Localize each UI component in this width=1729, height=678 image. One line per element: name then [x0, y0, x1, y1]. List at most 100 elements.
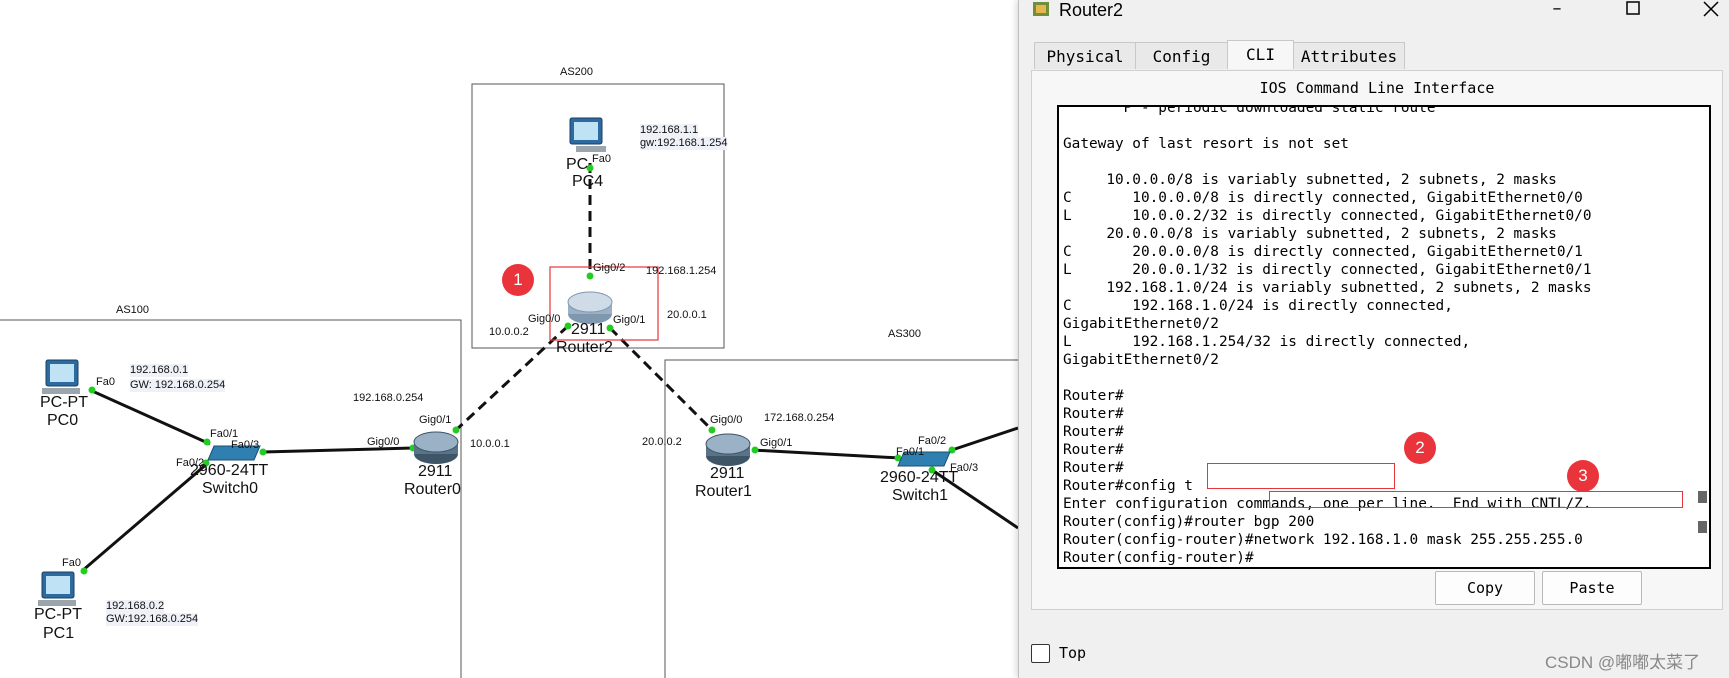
window-title: Router2	[1059, 0, 1124, 20]
switch1-model: 2960-24TT	[880, 469, 959, 486]
pc0-gw: GW: 192.168.0.254	[130, 379, 226, 392]
maximize-button[interactable]	[1622, 0, 1644, 22]
router1-gig00-label: Gig0/0	[710, 414, 743, 426]
close-icon	[1703, 1, 1719, 17]
router1-name: Router1	[695, 483, 752, 500]
terminal-line: L 192.168.1.254/32 is directly connected…	[1063, 334, 1471, 350]
pc1-icon[interactable]	[38, 571, 76, 606]
pc1-ip: 192.168.0.2	[106, 600, 165, 613]
minimize-button[interactable]: –	[1546, 0, 1568, 22]
terminal-line: L 10.0.0.2/32 is directly connected, Gig…	[1063, 208, 1592, 224]
router2-gig02-label: Gig0/2	[593, 262, 626, 274]
paste-button[interactable]: Paste	[1542, 571, 1642, 605]
pc4-icon[interactable]	[569, 117, 606, 152]
pc0-port-label: Fa0	[96, 376, 115, 388]
terminal-line: L 20.0.0.1/32 is directly connected, Gig…	[1063, 262, 1592, 278]
switch0-model: 2960-24TT	[190, 462, 269, 479]
tab-config[interactable]: Config	[1135, 42, 1228, 69]
top-checkbox-label: Top	[1059, 644, 1087, 662]
router2-name: Router2	[556, 339, 613, 356]
link-router2-router0	[454, 324, 570, 432]
terminal-line: Router#	[1063, 406, 1124, 422]
link-router1-switch1	[751, 448, 901, 460]
pc1-type: PC-PT	[34, 606, 82, 623]
as300-label: AS300	[888, 328, 922, 340]
cli-heading: IOS Command Line Interface	[1259, 79, 1495, 97]
router1-icon[interactable]	[705, 433, 751, 466]
pc1-name: PC1	[43, 625, 75, 642]
terminal-line: Router(config-router)#network 192.168.1.…	[1063, 532, 1583, 548]
copy-button[interactable]: Copy	[1435, 571, 1535, 605]
step-badge-2: 2	[1404, 432, 1436, 464]
pc4-name: PC4	[572, 173, 604, 190]
router2-gig00-label: Gig0/0	[528, 313, 561, 325]
router0-gig01-label: Gig0/1	[419, 414, 452, 426]
router1-model: 2911	[710, 465, 745, 482]
terminal-scroll-marker-upper[interactable]	[1698, 491, 1707, 503]
router0-name: Router0	[404, 481, 461, 498]
router0-model: 2911	[418, 463, 453, 480]
terminal-line: GigabitEthernet0/2	[1063, 352, 1219, 368]
router2-icon[interactable]	[567, 291, 613, 324]
pc1-port-label: Fa0	[62, 557, 81, 569]
router2-ip-top: 192.168.1.254	[646, 265, 717, 277]
step-badge-3: 3	[1567, 460, 1599, 492]
terminal-line: 20.0.0.0/8 is variably subnetted, 2 subn…	[1063, 226, 1557, 242]
link-pc0-switch0	[89, 388, 211, 446]
pc0-icon[interactable]	[42, 359, 80, 394]
terminal-line: Gateway of last resort is not set	[1063, 136, 1349, 152]
switch1-name: Switch1	[892, 487, 949, 504]
maximize-icon	[1626, 1, 1640, 15]
pc4-gw: gw:192.168.1.254	[640, 137, 728, 150]
cli-panel: IOS Command Line Interface P - periodic …	[1031, 70, 1723, 610]
highlight-network-cmd	[1269, 491, 1683, 508]
app-icon	[1033, 2, 1049, 16]
terminal-line: 10.0.0.0/8 is variably subnetted, 2 subn…	[1063, 172, 1557, 188]
terminal-scroll-marker-lower[interactable]	[1698, 521, 1707, 533]
pc1-gw: GW:192.168.0.254	[106, 613, 199, 626]
pc0-type: PC-PT	[40, 394, 88, 411]
terminal-line: Router(config)#router bgp 200	[1063, 514, 1315, 530]
terminal-line: Router#	[1063, 424, 1124, 440]
link-dots	[80, 164, 956, 575]
switch1-fa01-label: Fa0/1	[896, 446, 925, 458]
terminal-line: C 192.168.1.0/24 is directly connected,	[1063, 298, 1453, 314]
tab-physical[interactable]: Physical	[1034, 42, 1136, 69]
top-checkbox[interactable]	[1031, 644, 1050, 663]
topology-canvas[interactable]	[0, 0, 1018, 678]
terminal-line: 192.168.1.0/24 is variably subnetted, 2 …	[1063, 280, 1592, 296]
router0-ip-wan: 10.0.0.1	[470, 438, 510, 450]
router0-ip-lan: 192.168.0.254	[353, 392, 424, 404]
link-switch1-right-up	[951, 426, 1018, 452]
router2-window: Router2 – Physical Config CLI Attributes…	[1018, 0, 1729, 678]
router0-icon[interactable]	[413, 431, 459, 464]
as100-label: AS100	[116, 304, 150, 316]
terminal-line: C 10.0.0.0/8 is directly connected, Giga…	[1063, 190, 1583, 206]
router2-ip-left: 10.0.0.2	[489, 326, 529, 338]
pc4-ip: 192.168.1.1	[640, 124, 699, 137]
terminal-line: P - periodic downloaded static route	[1063, 105, 1436, 116]
highlight-router-bgp	[1207, 463, 1395, 489]
terminal-line: C 20.0.0.0/8 is directly connected, Giga…	[1063, 244, 1583, 260]
router2-ip-right: 20.0.0.1	[667, 309, 707, 321]
tab-cli[interactable]: CLI	[1227, 40, 1294, 69]
switch0-name: Switch0	[202, 480, 259, 497]
tab-attributes[interactable]: Attributes	[1293, 42, 1405, 69]
terminal-line: Router(config-router)#	[1063, 550, 1254, 566]
link-router2-router1	[608, 326, 714, 432]
router2-model: 2911	[571, 321, 606, 338]
router2-gig01-label: Gig0/1	[613, 314, 646, 326]
router1-ip-lan: 172.168.0.254	[764, 412, 835, 424]
pc4-port-label: Fa0	[592, 153, 611, 165]
router1-ip-wan: 20.0.0.2	[642, 436, 682, 448]
router1-gig01-label: Gig0/1	[760, 437, 793, 449]
cli-terminal[interactable]: P - periodic downloaded static route Gate…	[1057, 105, 1711, 569]
terminal-line: GigabitEthernet0/2	[1063, 316, 1219, 332]
terminal-line: Router#	[1063, 442, 1124, 458]
close-button[interactable]	[1700, 0, 1722, 22]
pc0-name: PC0	[47, 412, 79, 429]
as200-label: AS200	[560, 66, 594, 78]
